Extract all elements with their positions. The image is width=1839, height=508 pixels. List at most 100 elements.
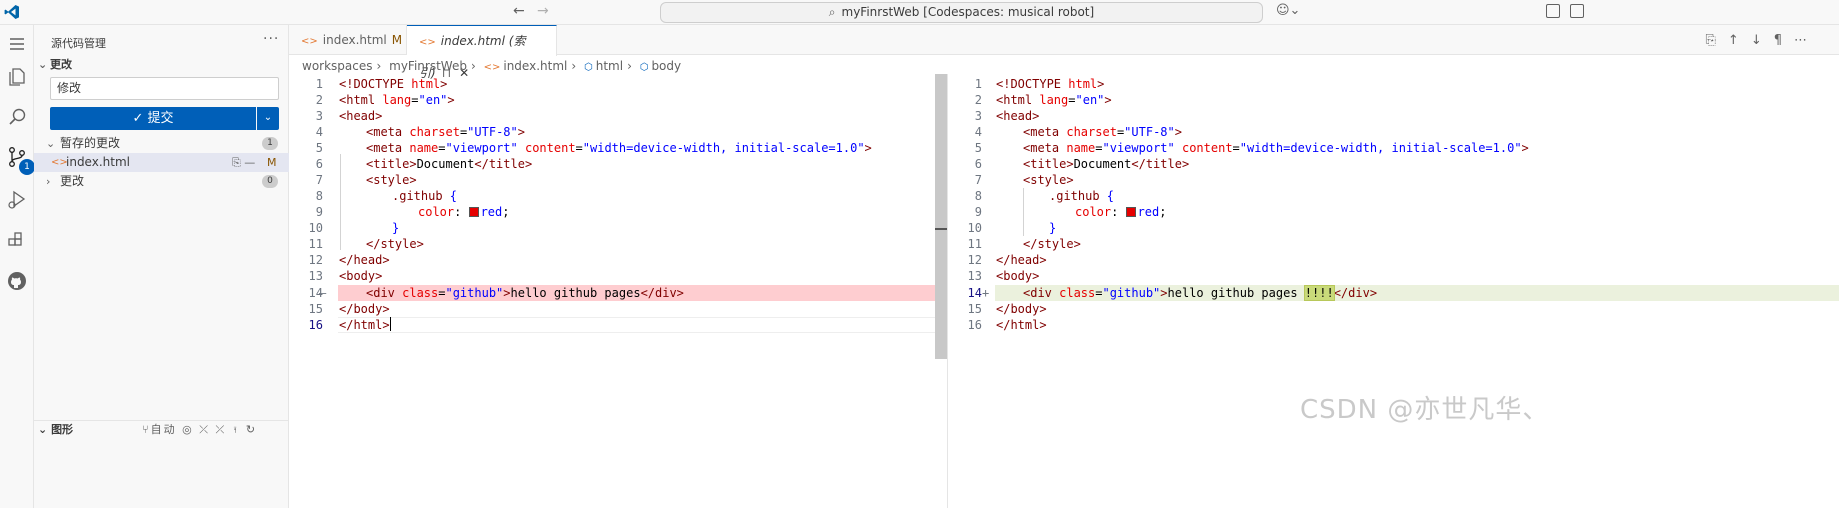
code-line: <meta charset="UTF-8"> <box>1023 125 1182 139</box>
graph-section-header[interactable]: ⌄ 图形 ⑂自动 ◎ ⤫ ⤫ ⤒ ↻ <box>34 420 289 440</box>
back-arrow-icon[interactable]: ← <box>513 3 525 19</box>
code-line: <!DOCTYPE html> <box>996 77 1105 91</box>
forward-arrow-icon[interactable]: → <box>537 3 549 19</box>
commit-dropdown-icon[interactable]: ⌄ <box>257 107 279 130</box>
color-swatch[interactable] <box>1125 207 1136 217</box>
code-line: <!DOCTYPE html> <box>339 77 448 91</box>
line-number: 16 <box>967 318 982 332</box>
code-line: <div class="github">hello github pages</… <box>366 286 684 300</box>
text-caret <box>389 317 391 331</box>
code-line: <html lang="en"> <box>996 93 1112 107</box>
line-number: 13 <box>967 269 982 283</box>
editor-tabs: <> index.html M <> index.html (索引) ⊓ ✕ ⎘↑↓¶⋯ <box>289 25 1839 80</box>
staged-changes-group[interactable]: ⌄ 暂存的更改 1 <box>34 134 289 153</box>
code-line: .github { <box>392 189 458 203</box>
extensions-icon[interactable] <box>5 228 29 252</box>
breadcrumb: workspaces › myFinrstWeb › <> index.html › ⬡… <box>302 59 682 73</box>
indent-guide <box>340 154 341 250</box>
watermark: CSDN @亦世凡华、 <box>1300 395 1550 425</box>
code-line: </body> <box>996 302 1047 316</box>
code-line: </head> <box>996 253 1047 267</box>
line-number: 10 <box>967 221 982 235</box>
line-number: 15 <box>308 302 323 316</box>
line-number: 3 <box>974 109 982 123</box>
more-actions-icon[interactable]: ··· <box>263 31 279 47</box>
staged-count-badge: 1 <box>262 137 278 150</box>
menu-icon[interactable] <box>5 32 29 56</box>
changes-group[interactable]: › 更改 0 <box>34 172 289 191</box>
tab-index-html-index[interactable]: <> index.html (索引) ⊓ ✕ <box>407 25 557 80</box>
html-file-icon: <> <box>301 36 318 47</box>
code-line: </body> <box>339 302 390 316</box>
code-line: color: red; <box>418 205 510 219</box>
breadcrumb-item[interactable]: html <box>596 59 623 73</box>
github-icon[interactable] <box>5 269 29 293</box>
graph-actions[interactable]: ⑂自动 ◎ ⤫ ⤫ ⤒ ↻ <box>142 421 257 439</box>
copilot-icon[interactable]: ☺⌄ <box>1276 3 1300 18</box>
scrollbar[interactable] <box>935 74 947 359</box>
line-number: 3 <box>315 109 323 123</box>
commit-button[interactable]: ✓ 提交 <box>50 107 256 130</box>
color-swatch[interactable] <box>468 207 479 217</box>
line-number: 1 <box>974 77 982 91</box>
code-line: <body> <box>996 269 1040 283</box>
explorer-icon[interactable] <box>5 64 29 88</box>
editor-toolbar[interactable]: ⎘↑↓¶⋯ <box>1706 33 1819 48</box>
run-debug-icon[interactable] <box>5 187 29 211</box>
code-line: <meta name="viewport" content="width=dev… <box>1023 141 1529 155</box>
breadcrumb-item[interactable]: body <box>651 59 681 73</box>
toggle-sidebar-icon[interactable] <box>1546 4 1560 18</box>
source-control-icon[interactable]: 1 <box>5 145 35 175</box>
line-number: 2 <box>315 93 323 107</box>
code-line: <meta charset="UTF-8"> <box>366 125 525 139</box>
added-marker: + <box>982 286 990 300</box>
open-file-icon[interactable]: ⎘ — <box>232 153 255 172</box>
code-line: </html> <box>996 318 1047 332</box>
left-diff-editor[interactable]: 1 2 3 4 5 6 7 8 9 10 11 12 13 14 — 15 16… <box>289 74 935 508</box>
line-number: 6 <box>315 157 323 171</box>
source-control-sidebar: 源代码管理 ··· ⌄ 更改 修改 ✓ 提交 ⌄ ⌄ 暂存的更改 1 <> ind… <box>34 25 289 508</box>
line-number: 6 <box>974 157 982 171</box>
code-line: color: red; <box>1075 205 1167 219</box>
commit-message-input[interactable]: 修改 <box>50 77 279 100</box>
right-diff-editor[interactable]: 1 2 3 4 5 6 7 8 9 10 11 12 13 14 + 15 16… <box>948 74 1839 508</box>
code-line: } <box>392 221 400 235</box>
line-number: 2 <box>974 93 982 107</box>
code-line: </style> <box>366 237 424 251</box>
search-icon: ⌕ <box>828 5 836 19</box>
line-number: 9 <box>315 205 323 219</box>
sidebar-title: 源代码管理 <box>51 37 106 50</box>
line-number: 4 <box>315 125 323 139</box>
command-center-search[interactable]: ⌕ myFinrstWeb [Codespaces: musical robot] <box>660 2 1263 23</box>
line-number: 1 <box>315 77 323 91</box>
inserted-text: !!!! <box>1303 285 1335 301</box>
code-line: <meta name="viewport" content="width=dev… <box>366 141 872 155</box>
toggle-panel-icon[interactable] <box>1570 4 1584 18</box>
breadcrumb-item[interactable]: index.html <box>503 59 567 73</box>
line-number: 11 <box>967 237 982 251</box>
chevron-right-icon: › <box>46 175 51 188</box>
line-number: 8 <box>315 189 323 203</box>
removed-marker: — <box>319 286 327 300</box>
element-icon: ⬡ <box>639 62 649 73</box>
code-line: <style> <box>366 173 417 187</box>
chevron-down-icon: ⌄ <box>38 58 48 71</box>
tab-index-html[interactable]: <> index.html M <box>289 25 407 55</box>
line-number: 11 <box>308 237 323 251</box>
line-number: 12 <box>308 253 323 267</box>
breadcrumb-item[interactable]: workspaces <box>302 59 373 73</box>
breadcrumb-item[interactable]: myFinrstWeb <box>389 59 467 73</box>
source-control-badge: 1 <box>19 159 35 175</box>
changes-section-header[interactable]: ⌄ 更改 <box>38 56 72 72</box>
code-line: <body> <box>339 269 383 283</box>
line-number: 7 <box>974 173 982 187</box>
line-number: 4 <box>974 125 982 139</box>
line-number: 5 <box>315 141 323 155</box>
code-line: } <box>1049 221 1057 235</box>
staged-file-item[interactable]: <> index.html ⎘ — M <box>34 153 289 172</box>
code-line: <div class="github">hello github pages !… <box>1023 285 1378 301</box>
line-number: 9 <box>974 205 982 219</box>
code-line: <style> <box>1023 173 1074 187</box>
changes-count-badge: 0 <box>262 175 278 188</box>
search-icon[interactable] <box>5 105 29 129</box>
